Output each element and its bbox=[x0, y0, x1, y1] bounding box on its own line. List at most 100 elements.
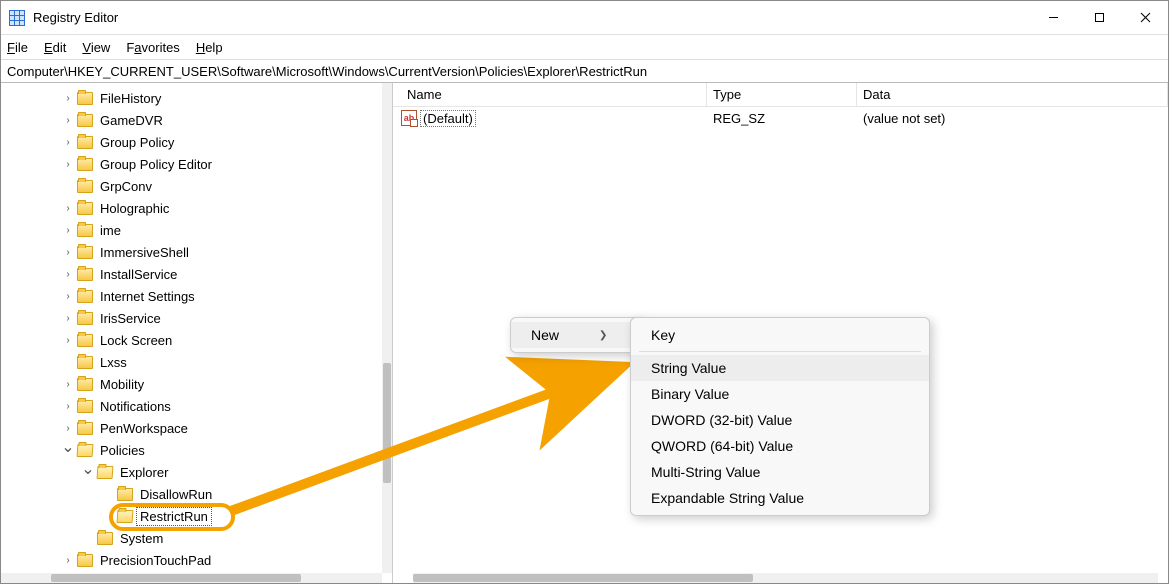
chevron-right-icon[interactable]: › bbox=[61, 135, 75, 149]
string-value-icon: ab bbox=[401, 110, 417, 126]
tree-item-label: Notifications bbox=[97, 398, 174, 415]
tree-item[interactable]: › Lock Screen bbox=[1, 329, 382, 351]
folder-icon bbox=[97, 466, 114, 479]
list-row[interactable]: ab(Default)REG_SZ(value not set) bbox=[393, 107, 1168, 129]
column-header-name[interactable]: Name bbox=[401, 83, 707, 106]
minimize-button[interactable] bbox=[1030, 1, 1076, 34]
chevron-right-icon[interactable]: › bbox=[61, 421, 75, 435]
context-item-key[interactable]: Key bbox=[631, 322, 929, 348]
chevron-right-icon[interactable]: › bbox=[61, 289, 75, 303]
chevron-right-icon[interactable]: › bbox=[61, 113, 75, 127]
tree-item[interactable]: › Notifications bbox=[1, 395, 382, 417]
scrollbar-thumb[interactable] bbox=[413, 574, 753, 582]
tree-item[interactable]: ›ImmersiveShell bbox=[1, 241, 382, 263]
chevron-right-icon[interactable]: › bbox=[61, 91, 75, 105]
tree-item-label: DisallowRun bbox=[137, 486, 215, 503]
folder-icon bbox=[77, 180, 93, 193]
context-item-qword-64-bit-value[interactable]: QWORD (64-bit) Value bbox=[631, 433, 929, 459]
tree-item[interactable]: ›Mobility bbox=[1, 373, 382, 395]
list-scrollbar-horizontal[interactable] bbox=[413, 573, 1158, 583]
context-item-expandable-string-value[interactable]: Expandable String Value bbox=[631, 485, 929, 511]
close-button[interactable] bbox=[1122, 1, 1168, 34]
context-item-new[interactable]: New ❯ bbox=[511, 322, 641, 348]
app-icon bbox=[9, 10, 25, 26]
menu-edit[interactable]: Edit bbox=[44, 40, 66, 55]
submenu-arrow-icon: ❯ bbox=[559, 330, 607, 341]
folder-icon bbox=[77, 378, 93, 391]
tree-item[interactable]: ›Internet Settings bbox=[1, 285, 382, 307]
tree-pane: ›FileHistory›GameDVR›Group Policy›Group … bbox=[1, 83, 393, 583]
context-submenu-new[interactable]: Key String ValueBinary ValueDWORD (32-bit… bbox=[630, 317, 930, 516]
context-menu-parent[interactable]: New ❯ bbox=[510, 317, 642, 353]
tree-item-label: RestrictRun bbox=[137, 508, 211, 525]
tree-item[interactable]: › Group Policy bbox=[1, 131, 382, 153]
tree-item[interactable]: › Holographic bbox=[1, 197, 382, 219]
tree-item[interactable]: ›PrecisionTouchPad bbox=[1, 549, 382, 571]
folder-icon bbox=[77, 202, 93, 215]
maximize-button[interactable] bbox=[1076, 1, 1122, 34]
context-item-binary-value[interactable]: Binary Value bbox=[631, 381, 929, 407]
list-header[interactable]: Name Type Data bbox=[393, 83, 1168, 107]
tree-scrollbar-horizontal[interactable] bbox=[1, 573, 382, 583]
tree-item-label: Policies bbox=[97, 442, 148, 459]
column-header-type[interactable]: Type bbox=[707, 83, 857, 106]
tree-item[interactable]: Lxss bbox=[1, 351, 382, 373]
folder-icon bbox=[77, 246, 93, 259]
context-item-label: Key bbox=[651, 327, 675, 343]
menu-file[interactable]: File bbox=[7, 40, 28, 55]
context-item-multi-string-value[interactable]: Multi-String Value bbox=[631, 459, 929, 485]
folder-icon bbox=[77, 444, 94, 457]
address-text: Computer\HKEY_CURRENT_USER\Software\Micr… bbox=[7, 64, 647, 79]
tree-item-label: Explorer bbox=[117, 464, 171, 481]
tree-item[interactable]: › InstallService bbox=[1, 263, 382, 285]
chevron-right-icon[interactable]: › bbox=[61, 377, 75, 391]
folder-icon bbox=[97, 532, 113, 545]
tree-item[interactable]: ›ime bbox=[1, 219, 382, 241]
tree-item-label: InstallService bbox=[97, 266, 180, 283]
chevron-down-icon[interactable]: ⌄ bbox=[61, 440, 75, 454]
tree-item-label: Group Policy bbox=[97, 134, 177, 151]
context-item-string-value[interactable]: String Value bbox=[631, 355, 929, 381]
chevron-right-icon[interactable]: › bbox=[61, 333, 75, 347]
tree-item[interactable]: ›PenWorkspace bbox=[1, 417, 382, 439]
tree-item[interactable]: DisallowRun bbox=[1, 483, 382, 505]
context-item-dword-32-bit-value[interactable]: DWORD (32-bit) Value bbox=[631, 407, 929, 433]
value-data: (value not set) bbox=[857, 111, 1168, 126]
tree-item-label: FileHistory bbox=[97, 90, 164, 107]
menu-view[interactable]: View bbox=[82, 40, 110, 55]
tree-item[interactable]: ›Group Policy Editor bbox=[1, 153, 382, 175]
scrollbar-thumb[interactable] bbox=[51, 574, 301, 582]
tree-item[interactable]: GrpConv bbox=[1, 175, 382, 197]
tree-item[interactable]: › FileHistory bbox=[1, 87, 382, 109]
chevron-down-icon[interactable]: ⌄ bbox=[81, 462, 95, 476]
tree-item-label: GrpConv bbox=[97, 178, 155, 195]
chevron-right-icon[interactable]: › bbox=[61, 311, 75, 325]
tree-item[interactable]: ›GameDVR bbox=[1, 109, 382, 131]
chevron-right-icon[interactable]: › bbox=[61, 201, 75, 215]
context-item-label: QWORD (64-bit) Value bbox=[651, 438, 793, 454]
menu-help[interactable]: Help bbox=[196, 40, 223, 55]
tree[interactable]: ›FileHistory›GameDVR›Group Policy›Group … bbox=[1, 83, 382, 573]
menu-favorites[interactable]: Favorites bbox=[126, 40, 179, 55]
tree-item[interactable]: ›IrisService bbox=[1, 307, 382, 329]
chevron-right-icon[interactable]: › bbox=[61, 157, 75, 171]
tree-item-label: Holographic bbox=[97, 200, 172, 217]
folder-icon bbox=[117, 488, 133, 501]
tree-item[interactable]: System bbox=[1, 527, 382, 549]
tree-item[interactable]: RestrictRun bbox=[1, 505, 382, 527]
tree-scrollbar-vertical[interactable] bbox=[382, 83, 392, 573]
chevron-right-icon[interactable]: › bbox=[61, 267, 75, 281]
tree-item[interactable]: ⌄ Policies bbox=[1, 439, 382, 461]
folder-icon bbox=[77, 158, 93, 171]
context-item-label: New bbox=[531, 327, 559, 343]
value-name: (Default) bbox=[421, 111, 475, 126]
tree-item[interactable]: ⌄ Explorer bbox=[1, 461, 382, 483]
column-header-data[interactable]: Data bbox=[857, 83, 1168, 106]
chevron-right-icon[interactable]: › bbox=[61, 553, 75, 567]
chevron-right-icon[interactable]: › bbox=[61, 223, 75, 237]
chevron-right-icon[interactable]: › bbox=[61, 399, 75, 413]
address-bar[interactable]: Computer\HKEY_CURRENT_USER\Software\Micr… bbox=[1, 59, 1168, 83]
scrollbar-thumb[interactable] bbox=[383, 363, 391, 483]
tree-item-label: Lock Screen bbox=[97, 332, 175, 349]
chevron-right-icon[interactable]: › bbox=[61, 245, 75, 259]
